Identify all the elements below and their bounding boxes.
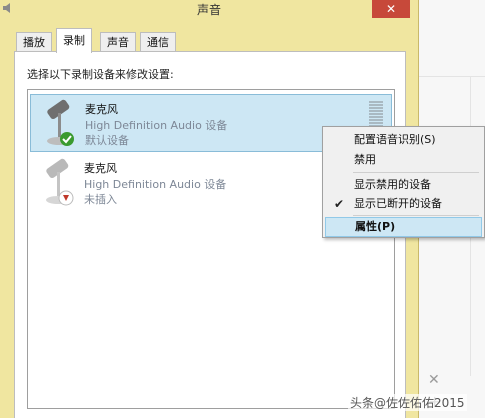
tab-playback[interactable]: 播放	[16, 32, 52, 52]
menu-separator	[353, 172, 479, 173]
device-name: 麦克风	[85, 103, 118, 116]
tab-sounds[interactable]: 声音	[100, 32, 136, 52]
device-status: 未插入	[84, 193, 117, 206]
context-menu: 配置语音识别(S) 禁用 显示禁用的设备 ✔ 显示已断开的设备 属性(P)	[322, 126, 485, 238]
menu-item-label: 显示禁用的设备	[354, 178, 431, 191]
tab-recording[interactable]: 录制	[56, 28, 92, 53]
menu-item-configure-speech[interactable]: 配置语音识别(S)	[325, 130, 482, 150]
instruction-text: 选择以下录制设备来修改设置:	[27, 68, 174, 81]
menu-separator	[353, 215, 479, 216]
device-status: 默认设备	[85, 134, 129, 147]
menu-item-properties[interactable]: 属性(P)	[325, 217, 482, 237]
device-driver: High Definition Audio 设备	[84, 178, 227, 191]
device-driver: High Definition Audio 设备	[85, 119, 228, 132]
window-title: 声音	[196, 3, 221, 17]
tab-communications[interactable]: 通信	[140, 32, 176, 52]
menu-item-label: 属性(P)	[355, 220, 396, 233]
background-close-icon[interactable]: ✕	[428, 372, 440, 388]
menu-item-show-disconnected[interactable]: ✔ 显示已断开的设备	[325, 194, 482, 214]
watermark-text: 头条@佐佐佑佑2015	[348, 394, 467, 411]
title-bar[interactable]: 声音 ✕	[0, 0, 418, 18]
microphone-icon	[37, 99, 81, 149]
device-name: 麦克风	[84, 162, 117, 175]
menu-item-label: 禁用	[354, 153, 376, 166]
checkmark-icon: ✔	[334, 197, 345, 211]
menu-item-label: 配置语音识别(S)	[354, 133, 436, 146]
background-divider	[418, 76, 485, 77]
microphone-icon	[36, 158, 80, 208]
close-button[interactable]: ✕	[372, 0, 410, 18]
menu-item-disable[interactable]: 禁用	[325, 150, 482, 170]
menu-item-label: 显示已断开的设备	[354, 197, 442, 210]
menu-item-show-disabled[interactable]: 显示禁用的设备	[325, 175, 482, 195]
